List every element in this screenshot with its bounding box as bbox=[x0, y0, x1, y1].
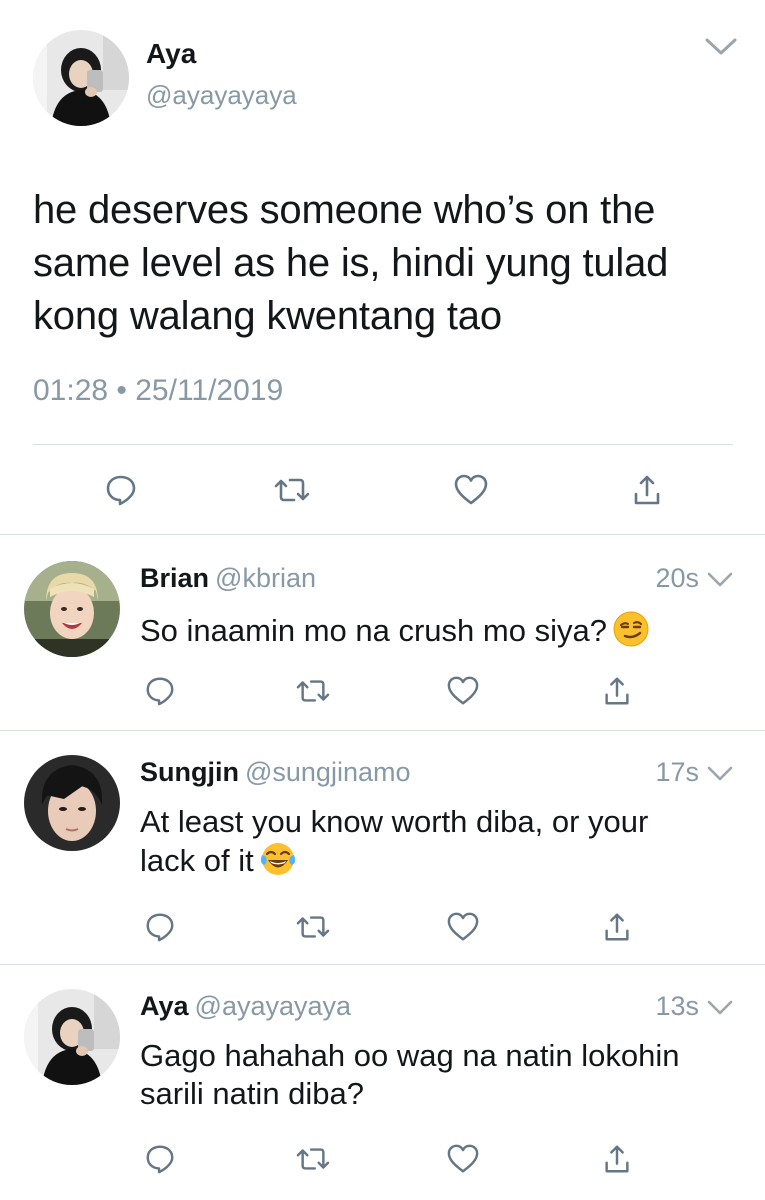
reply-icon[interactable] bbox=[140, 1139, 180, 1179]
author-handle[interactable]: @sungjinamo bbox=[245, 757, 411, 787]
author-handle[interactable]: @ayayayaya bbox=[146, 80, 297, 111]
reply-tweet[interactable]: Brian @kbrian 20s So inaamin mo na crush … bbox=[0, 535, 765, 730]
reply-text: So inaamin mo na crush mo siya? bbox=[140, 611, 740, 650]
avatar[interactable] bbox=[33, 30, 129, 126]
share-icon[interactable] bbox=[597, 1139, 637, 1179]
retweet-icon[interactable] bbox=[293, 671, 333, 711]
chevron-down-icon[interactable] bbox=[704, 36, 738, 58]
reply-text: Gago hahahah oo wag na natin lokohin sar… bbox=[140, 1037, 730, 1113]
tweet-actions bbox=[0, 468, 765, 512]
reply-text-content: At least you know worth diba, or your la… bbox=[140, 804, 649, 878]
avatar[interactable] bbox=[24, 989, 120, 1085]
reply-text: At least you know worth diba, or your la… bbox=[140, 803, 700, 880]
author-name[interactable]: Aya bbox=[146, 38, 196, 70]
like-icon[interactable] bbox=[443, 671, 483, 711]
reply-text-content: Gago hahahah oo wag na natin lokohin sar… bbox=[140, 1038, 680, 1111]
reply-time: 20s bbox=[655, 563, 699, 593]
avatar[interactable] bbox=[24, 755, 120, 851]
reply-header: Aya @ayayayaya bbox=[140, 991, 351, 1022]
share-icon[interactable] bbox=[597, 671, 637, 711]
retweet-icon[interactable] bbox=[293, 907, 333, 947]
main-tweet: Aya @ayayayaya he deserves someone who’s… bbox=[0, 0, 765, 534]
share-icon[interactable] bbox=[597, 907, 637, 947]
reply-tweet[interactable]: Sungjin @sungjinamo 17s At least you know… bbox=[0, 731, 765, 964]
like-icon[interactable] bbox=[443, 1139, 483, 1179]
retweet-icon[interactable] bbox=[272, 470, 312, 510]
chevron-down-icon[interactable] bbox=[706, 999, 734, 1017]
like-icon[interactable] bbox=[451, 470, 491, 510]
retweet-icon[interactable] bbox=[293, 1139, 333, 1179]
tweet-text: he deserves someone who’s on the same le… bbox=[33, 188, 669, 338]
divider bbox=[33, 444, 733, 445]
chevron-down-icon[interactable] bbox=[706, 765, 734, 783]
like-icon[interactable] bbox=[443, 907, 483, 947]
reply-icon[interactable] bbox=[101, 470, 141, 510]
smirking-face-emoji-icon bbox=[613, 611, 649, 647]
share-icon[interactable] bbox=[627, 470, 667, 510]
reply-icon[interactable] bbox=[140, 671, 180, 711]
reply-header: Sungjin @sungjinamo bbox=[140, 757, 410, 788]
reply-header: Brian @kbrian bbox=[140, 563, 316, 594]
reply-time: 17s bbox=[655, 757, 699, 787]
chevron-down-icon[interactable] bbox=[706, 571, 734, 589]
reply-icon[interactable] bbox=[140, 907, 180, 947]
tweet-timestamp: 01:28 • 25/11/2019 bbox=[33, 374, 284, 407]
author-handle[interactable]: @kbrian bbox=[215, 563, 316, 593]
face-with-tears-of-joy-emoji-icon bbox=[260, 841, 296, 877]
author-name[interactable]: Sungjin bbox=[140, 757, 239, 787]
reply-time: 13s bbox=[655, 991, 699, 1021]
reply-text-content: So inaamin mo na crush mo siya? bbox=[140, 613, 607, 648]
author-name[interactable]: Brian bbox=[140, 563, 209, 593]
author-handle[interactable]: @ayayayaya bbox=[195, 991, 352, 1021]
avatar[interactable] bbox=[24, 561, 120, 657]
reply-tweet[interactable]: Aya @ayayayaya 13s Gago hahahah oo wag na… bbox=[0, 965, 765, 1200]
author-name[interactable]: Aya bbox=[140, 991, 189, 1021]
